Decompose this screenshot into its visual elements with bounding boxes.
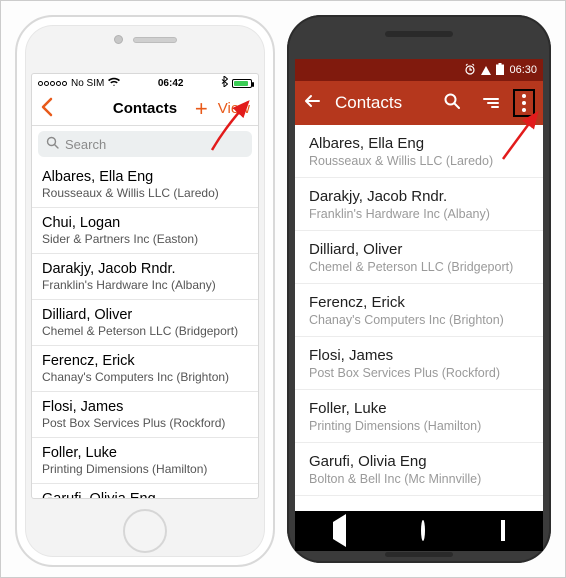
- search-icon: [46, 136, 59, 152]
- nav-recent-button[interactable]: [501, 522, 505, 540]
- page-title: Contacts: [113, 100, 177, 117]
- status-time: 06:30: [509, 64, 537, 76]
- home-button[interactable]: [123, 509, 167, 553]
- android-screen: 06:30 Contacts Albares, Ella: [295, 59, 543, 511]
- contacts-list[interactable]: Albares, Ella EngRousseaux & Willis LLC …: [32, 162, 258, 499]
- list-item[interactable]: Ferencz, ErickChanay's Computers Inc (Br…: [295, 284, 543, 337]
- search-placeholder: Search: [65, 137, 106, 152]
- android-speaker-icon: [287, 15, 551, 53]
- alarm-icon: [464, 63, 476, 78]
- list-item[interactable]: Dilliard, OliverChemel & Peterson LLC (B…: [32, 300, 258, 346]
- list-item[interactable]: Chui, LoganSider & Partners Inc (Easton): [32, 208, 258, 254]
- page-title: Contacts: [335, 93, 402, 113]
- search-input[interactable]: Search: [38, 131, 252, 157]
- list-item[interactable]: Foller, LukePrinting Dimensions (Hamilto…: [32, 438, 258, 484]
- search-button[interactable]: [441, 92, 463, 115]
- android-app-bar: Contacts: [295, 81, 543, 125]
- add-button[interactable]: +: [195, 98, 208, 120]
- nav-back-button[interactable]: [333, 522, 346, 540]
- back-button[interactable]: [40, 97, 54, 121]
- iphone-device-frame: No SIM 06:42: [15, 15, 275, 567]
- list-item[interactable]: Darakjy, Jacob Rndr.Franklin's Hardware …: [32, 254, 258, 300]
- list-item[interactable]: Flosi, JamesPost Box Services Plus (Rock…: [295, 337, 543, 390]
- ios-nav-bar: Contacts + View: [32, 92, 258, 126]
- list-item[interactable]: Dilliard, OliverChemel & Peterson LLC (B…: [295, 231, 543, 284]
- overflow-menu-button[interactable]: [513, 89, 535, 117]
- ios-status-bar: No SIM 06:42: [32, 74, 258, 92]
- battery-icon: [496, 63, 504, 78]
- contacts-list[interactable]: Albares, Ella EngRousseaux & Willis LLC …: [295, 125, 543, 511]
- signal-dots-icon: [38, 81, 67, 86]
- list-item[interactable]: Garufi, Olivia Eng: [32, 484, 258, 499]
- list-item[interactable]: Ferencz, ErickChanay's Computers Inc (Br…: [32, 346, 258, 392]
- carrier-label: No SIM: [71, 78, 104, 89]
- android-nav-bar: [295, 511, 543, 551]
- list-item[interactable]: Foller, LukePrinting Dimensions (Hamilto…: [295, 390, 543, 443]
- nav-home-button[interactable]: [421, 522, 425, 540]
- sort-button[interactable]: [477, 98, 499, 108]
- wifi-icon: [108, 77, 120, 90]
- bluetooth-icon: [221, 76, 228, 90]
- list-item[interactable]: Flosi, JamesPost Box Services Plus (Rock…: [32, 392, 258, 438]
- list-item[interactable]: Darakjy, Jacob Rndr.Franklin's Hardware …: [295, 178, 543, 231]
- front-camera-icon: [114, 35, 123, 44]
- back-button[interactable]: [303, 92, 321, 115]
- battery-icon: [232, 79, 252, 88]
- android-device-frame: 06:30 Contacts Albares, Ella: [287, 15, 551, 563]
- list-item[interactable]: Albares, Ella EngRousseaux & Willis LLC …: [32, 162, 258, 208]
- list-item[interactable]: Garufi, Olivia EngBolton & Bell Inc (Mc …: [295, 443, 543, 496]
- list-item[interactable]: Albares, Ella EngRousseaux & Willis LLC …: [295, 125, 543, 178]
- speaker-icon: [133, 37, 177, 43]
- iphone-sensor-bar: [17, 35, 273, 44]
- iphone-screen: No SIM 06:42: [31, 73, 259, 499]
- status-time: 06:42: [158, 78, 184, 89]
- signal-icon: [481, 66, 491, 75]
- android-bottom-speaker-icon: [287, 552, 551, 557]
- android-status-bar: 06:30: [295, 59, 543, 81]
- view-button[interactable]: View: [218, 100, 250, 117]
